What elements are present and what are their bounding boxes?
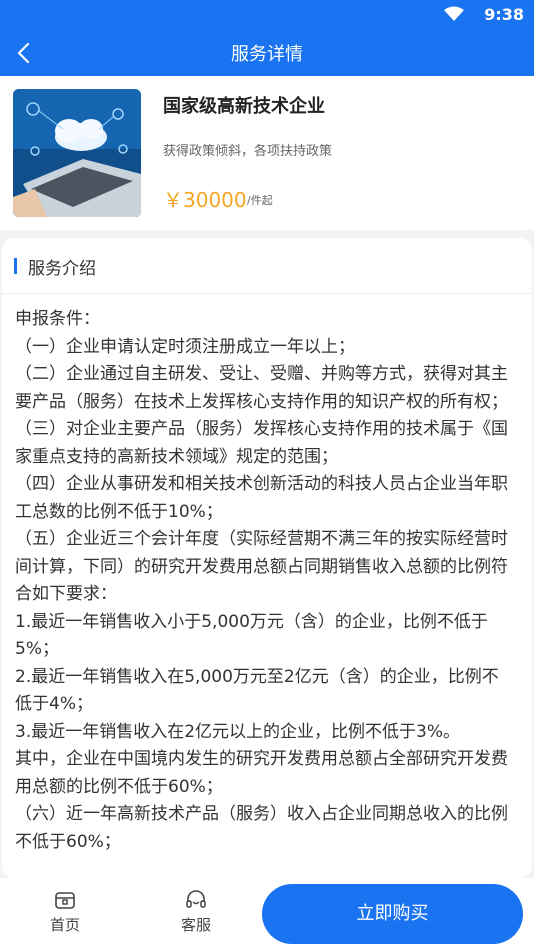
service-intro-card: 服务介绍 申报条件： （一）企业申请认定时须注册成立一年以上； （二）企业通过自… — [2, 238, 532, 878]
nav-home[interactable]: 首页 — [25, 888, 105, 944]
intro-paragraph: （六）近一年高新技术产品（服务）收入占企业同期总收入的比例不低于60%； — [15, 804, 508, 852]
intro-paragraph: 1.最近一年销售收入小于5,000万元（含）的企业，比例不低于5%； — [15, 611, 488, 660]
app-bar: 服务详情 — [0, 30, 534, 76]
product-price: ￥30000 — [163, 188, 247, 212]
intro-paragraph: （三）对企业主要产品（服务）发挥核心支持作用的技术属于《国家重点支持的高新技术领… — [15, 419, 508, 467]
bottom-action-bar: 首页 客服 立即购买 — [0, 878, 534, 949]
section-accent-bar — [14, 258, 17, 274]
nav-customer-service-label: 客服 — [180, 916, 211, 934]
intro-paragraph: 申报条件： — [15, 309, 100, 329]
product-name: 国家级高新技术企业 — [163, 96, 325, 117]
nav-home-label: 首页 — [49, 916, 80, 934]
price-unit: /件起 — [247, 194, 273, 207]
intro-paragraph: （五）企业近三个会计年度（实际经营期不满三年的按实际经营时间计算，下同）的研究开… — [15, 529, 508, 604]
service-intro-text: 申报条件： （一）企业申请认定时须注册成立一年以上； （二）企业通过自主研发、受… — [15, 306, 515, 856]
intro-paragraph: 3.最近一年销售收入在2亿元以上的企业，比例不低于3%。 — [15, 721, 461, 742]
intro-paragraph: （一）企业申请认定时须注册成立一年以上； — [15, 336, 355, 357]
home-icon — [55, 892, 75, 909]
status-bar: 9:38 — [0, 0, 534, 30]
intro-paragraph: （二）企业通过自主研发、受让、受赠、并购等方式，获得对其主要产品（服务）在技术上… — [15, 364, 508, 412]
product-card: 国家级高新技术企业 获得政策倾斜，各项扶持政策 ￥30000 /件起 — [0, 76, 534, 230]
nav-customer-service[interactable]: 客服 — [156, 888, 236, 944]
status-time: 9:38 — [484, 5, 524, 24]
intro-paragraph: （四）企业从事研发和相关技术创新活动的科技人员占企业当年职工总数的比例不低于10… — [15, 474, 508, 522]
intro-paragraph: 2.最近一年销售收入在5,000万元至2亿元（含）的企业，比例不低于4%； — [15, 666, 499, 715]
page-title: 服务详情 — [231, 44, 303, 65]
wifi-icon — [444, 6, 464, 21]
buy-now-button[interactable]: 立即购买 — [262, 884, 523, 944]
product-description: 获得政策倾斜，各项扶持政策 — [163, 144, 333, 159]
intro-paragraph: 其中，企业在中国境内发生的研究开发费用总额占全部研究开发费用总额的比例不低于60… — [15, 749, 508, 797]
section-header: 服务介绍 — [2, 238, 532, 294]
product-image — [13, 89, 141, 217]
headset-icon — [186, 890, 206, 908]
section-title: 服务介绍 — [28, 259, 96, 279]
cloud-laptop-illustration — [13, 89, 141, 217]
